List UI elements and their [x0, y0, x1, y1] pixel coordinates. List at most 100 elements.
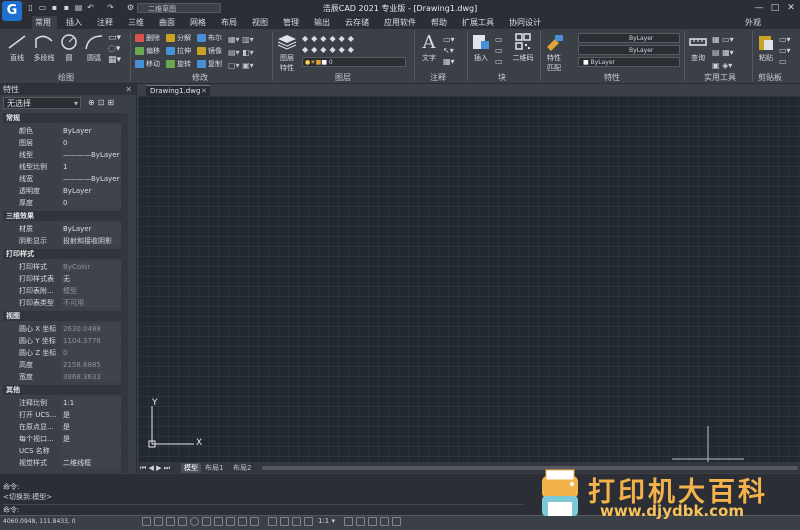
- polyline-button[interactable]: 多段线: [31, 33, 57, 63]
- property-row[interactable]: 线宽 ————ByLayer: [3, 173, 121, 185]
- annotation-tools[interactable]: ▭▾ ↖▾ ▦▾: [443, 34, 463, 67]
- dyn-toggle-icon[interactable]: [226, 517, 235, 526]
- clean-screen-icon[interactable]: [392, 517, 401, 526]
- property-value[interactable]: 2630.0488: [61, 323, 121, 334]
- tab-layout1[interactable]: 布局1: [205, 463, 223, 473]
- property-value[interactable]: ByColor: [61, 261, 121, 272]
- line-button[interactable]: 直线: [6, 33, 28, 63]
- property-row[interactable]: 线型比例 1: [3, 161, 121, 173]
- erase-button[interactable]: 删除: [135, 33, 160, 43]
- property-row[interactable]: 材质 ByLayer: [3, 223, 121, 235]
- menu-mesh[interactable]: 网格: [190, 16, 206, 29]
- property-row[interactable]: 打印样式 ByColor: [3, 261, 121, 273]
- property-section-header[interactable]: 常规: [3, 113, 121, 123]
- property-value[interactable]: 3868.3633: [61, 371, 121, 382]
- document-tab[interactable]: Drawing1.dwg ✕: [146, 85, 210, 96]
- command-input[interactable]: 命令:: [3, 504, 523, 515]
- property-section-header[interactable]: 打印样式: [3, 249, 121, 259]
- property-row[interactable]: 视觉样式 二维线框: [3, 457, 121, 469]
- transparency-toggle-icon[interactable]: [250, 517, 259, 526]
- appearance-menu[interactable]: 外观: [745, 16, 761, 29]
- stretch-button[interactable]: 拉伸: [166, 46, 191, 56]
- property-value[interactable]: ByLayer: [61, 125, 121, 136]
- property-section-header[interactable]: 视图: [3, 311, 121, 321]
- property-value[interactable]: 0: [61, 137, 121, 148]
- property-row[interactable]: 高度 2158.6885: [3, 359, 121, 371]
- explode-button[interactable]: 分解: [166, 33, 191, 43]
- property-value[interactable]: 是: [61, 421, 121, 432]
- maximize-button[interactable]: □: [768, 2, 782, 14]
- utility-tools[interactable]: ▦ ▭▾ ▤ ▦▾ ▣ ◈▾: [712, 33, 752, 72]
- property-value[interactable]: 0: [61, 197, 121, 208]
- layout-nav-arrows[interactable]: ⏮ ◀ ▶ ⏭: [140, 463, 170, 473]
- property-value[interactable]: 是: [61, 433, 121, 444]
- property-row[interactable]: 透明度 ByLayer: [3, 185, 121, 197]
- menu-help[interactable]: 帮助: [431, 16, 447, 29]
- menu-surface[interactable]: 曲面: [159, 16, 175, 29]
- property-value[interactable]: 无: [61, 273, 121, 284]
- close-button[interactable]: ✕: [784, 2, 798, 14]
- property-row[interactable]: 宽度 3868.3633: [3, 371, 121, 383]
- paste-button[interactable]: 粘贴: [755, 33, 777, 63]
- menu-extensions[interactable]: 扩展工具: [462, 16, 494, 29]
- menu-home[interactable]: 常用: [32, 16, 57, 29]
- snap-toggle-icon[interactable]: [142, 517, 151, 526]
- property-row[interactable]: 注释比例 1:1: [3, 397, 121, 409]
- ducs-toggle-icon[interactable]: [214, 517, 223, 526]
- property-value[interactable]: ByLayer: [61, 223, 121, 234]
- qrcode-button[interactable]: 二维码: [511, 33, 535, 63]
- property-row[interactable]: 打开 UCS... 是: [3, 409, 121, 421]
- drawing-canvas[interactable]: Y X: [138, 96, 800, 462]
- property-row[interactable]: 颜色 ByLayer: [3, 125, 121, 137]
- lineweight-toggle-icon[interactable]: [238, 517, 247, 526]
- property-value[interactable]: 0: [61, 347, 121, 358]
- property-value[interactable]: ————ByLayer: [61, 173, 121, 184]
- property-row[interactable]: 每个视口... 是: [3, 433, 121, 445]
- otrack-toggle-icon[interactable]: [202, 517, 211, 526]
- grid-toggle-icon[interactable]: [154, 517, 163, 526]
- clipboard-tools[interactable]: ▭▾ ▭▾ ▭: [779, 34, 795, 67]
- menu-insert[interactable]: 插入: [66, 16, 82, 29]
- menu-cloud[interactable]: 云存储: [345, 16, 369, 29]
- menu-collaboration[interactable]: 协同设计: [509, 16, 541, 29]
- arc-button[interactable]: 圆弧: [83, 33, 105, 63]
- property-value[interactable]: 2158.6885: [61, 359, 121, 370]
- model-space-icon[interactable]: [268, 517, 277, 526]
- ortho-toggle-icon[interactable]: [166, 517, 175, 526]
- menu-view[interactable]: 视图: [252, 16, 268, 29]
- rotate-button[interactable]: 旋转: [166, 59, 191, 69]
- polar-toggle-icon[interactable]: [178, 517, 187, 526]
- selection-dropdown[interactable]: 无选择 ▾: [3, 97, 81, 109]
- property-value[interactable]: 不可用: [61, 297, 121, 308]
- color-select[interactable]: ByLayer: [578, 33, 680, 43]
- property-value[interactable]: ByLayer: [61, 185, 121, 196]
- quick-view-icon[interactable]: [280, 517, 289, 526]
- block-tools[interactable]: ▭ ▭ ▭: [495, 34, 505, 67]
- menu-layout[interactable]: 布局: [221, 16, 237, 29]
- tab-layout2[interactable]: 布局2: [233, 463, 251, 473]
- property-row[interactable]: 打印表附... 模型: [3, 285, 121, 297]
- menu-manage[interactable]: 管理: [283, 16, 299, 29]
- app-logo-icon[interactable]: G: [2, 1, 22, 21]
- menu-output[interactable]: 输出: [314, 16, 330, 29]
- minimize-button[interactable]: —: [752, 2, 766, 14]
- property-row[interactable]: 在原点显... 是: [3, 421, 121, 433]
- copy-button[interactable]: 复制: [197, 59, 222, 69]
- property-row[interactable]: 打印表类型 不可用: [3, 297, 121, 309]
- workspace-switch-icon[interactable]: [292, 517, 301, 526]
- tab-model[interactable]: 模型: [181, 463, 201, 473]
- isolate-objects-icon[interactable]: [380, 517, 389, 526]
- property-row[interactable]: 打印样式表无: [3, 273, 121, 285]
- offset-button[interactable]: 偏移: [135, 46, 160, 56]
- property-row[interactable]: 圆心 Y 坐标 1104.3778: [3, 335, 121, 347]
- mirror-button[interactable]: 镜像: [197, 46, 222, 56]
- property-value[interactable]: 1:1: [61, 397, 121, 408]
- layer-properties-button[interactable]: 图层 特性: [276, 33, 298, 73]
- property-value[interactable]: 模型: [61, 285, 121, 296]
- boolean-button[interactable]: 布尔: [197, 33, 222, 43]
- linetype-select[interactable]: ByLayer: [578, 45, 680, 55]
- insert-block-button[interactable]: 插入: [470, 33, 492, 63]
- current-layer-select[interactable]: ●☀■■ 0: [302, 57, 406, 67]
- settings-gear-icon[interactable]: [356, 517, 365, 526]
- move-button[interactable]: 移动: [135, 59, 160, 69]
